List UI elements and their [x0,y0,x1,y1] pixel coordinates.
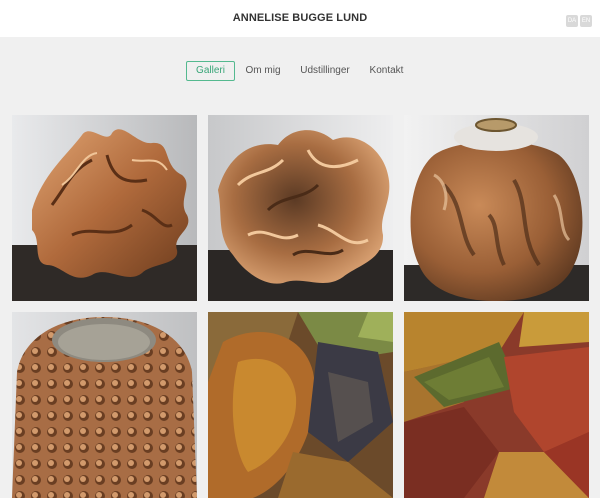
gallery-item-abstract-painting-1[interactable] [208,312,393,498]
site-title[interactable]: ANNELISE BUGGE LUND [0,12,600,24]
site-header: ANNELISE BUGGE LUND DA EN [0,0,600,37]
gallery-item-ceramic-sculpture-2[interactable] [208,115,393,301]
gallery-item-ceramic-vase[interactable] [404,115,589,301]
ceramic-sculpture-image [12,115,197,301]
language-en-button[interactable]: EN [580,15,592,27]
gallery-item-ceramic-bowl[interactable] [12,312,197,498]
language-da-button[interactable]: DA [566,15,578,27]
gallery-item-ceramic-sculpture-1[interactable] [12,115,197,301]
main-nav: Galleri Om mig Udstillinger Kontakt [0,61,600,81]
abstract-painting-image [404,312,589,498]
abstract-painting-image [208,312,393,498]
nav-galleri[interactable]: Galleri [186,61,235,81]
ceramic-vase-image [404,115,589,301]
nav-kontakt[interactable]: Kontakt [366,61,407,81]
nav-om-mig[interactable]: Om mig [243,61,283,81]
ceramic-bowl-image [12,312,197,498]
gallery-item-abstract-painting-2[interactable] [404,312,589,498]
ceramic-sculpture-image [208,115,393,301]
nav-udstillinger[interactable]: Udstillinger [298,61,352,81]
